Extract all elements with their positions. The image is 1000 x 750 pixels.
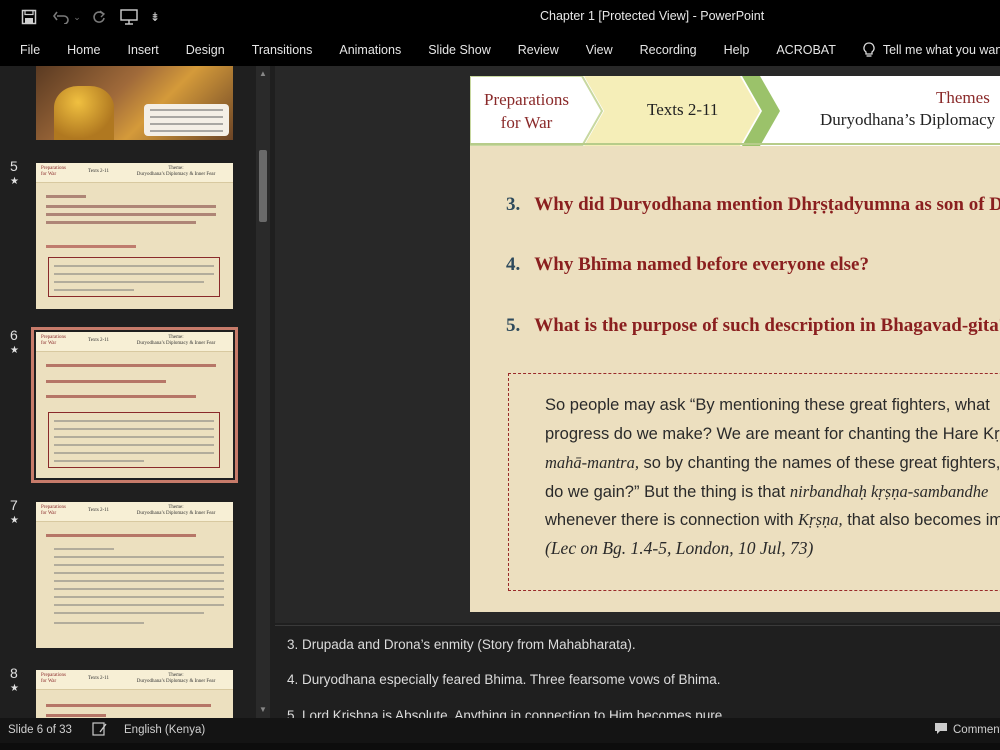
animation-star-icon: ★	[10, 683, 19, 694]
window-title: Chapter 1 [Protected View] - PowerPoint	[540, 9, 765, 23]
question-number: 3.	[506, 194, 521, 215]
note-line-1: 3. Drupada and Drona’s enmity (Story fro…	[287, 637, 636, 652]
question-4: 4. Why Bhīma named before everyone else?	[506, 254, 869, 276]
slide-header-banner: Preparations for War Texts 2-11 Themes D…	[470, 76, 1000, 146]
section-title: Preparations for War	[484, 90, 569, 132]
speaker-notes-pane[interactable]: 3. Drupada and Drona’s enmity (Story fro…	[275, 625, 1000, 718]
current-slide[interactable]: Preparations for War Texts 2-11 Themes D…	[470, 76, 1000, 612]
ribbon-tabs: File Home Insert Design Transitions Anim…	[0, 34, 1000, 66]
tell-me-label: Tell me what you want	[882, 43, 1000, 57]
comments-button[interactable]: Comments	[953, 724, 1000, 736]
tab-acrobat[interactable]: ACROBAT	[776, 43, 836, 57]
quote-citation: (Lec on Bg. 1.4-5, London, 10 Jul, 73)	[545, 538, 814, 558]
save-icon[interactable]	[18, 7, 40, 27]
slide-thumbnail-6[interactable]: Preparations for War Texts 2-11 Theme: Duryo…	[31, 327, 238, 483]
tab-animations[interactable]: Animations	[339, 43, 401, 57]
tab-home[interactable]: Home	[67, 43, 100, 57]
question-3: 3. Why did Duryodhana mention Dhṛṣṭadyumn…	[506, 194, 1000, 216]
tab-insert[interactable]: Insert	[128, 43, 159, 57]
language-indicator[interactable]: English (Kenya)	[124, 724, 205, 736]
animation-star-icon: ★	[10, 176, 19, 187]
thumbnail-scrollbar[interactable]: ▲ ▼	[256, 66, 270, 718]
theme-label: Themes	[936, 88, 990, 107]
slide-counter: Slide 6 of 33	[8, 724, 72, 736]
animation-star-icon: ★	[10, 345, 19, 356]
question-text: Why did Duryodhana mention Dhṛṣṭadyumna …	[534, 194, 1000, 215]
redo-icon[interactable]	[88, 7, 110, 27]
theme-value: Duryodhana’s Diplomacy	[820, 110, 996, 129]
scrollbar-thumb[interactable]	[259, 150, 267, 222]
scroll-down-icon[interactable]: ▼	[258, 705, 268, 715]
customize-toolbar-icon[interactable]: ⇟	[148, 7, 162, 27]
status-bar: Slide 6 of 33 English (Kenya) Comments	[0, 718, 1000, 743]
comments-icon[interactable]	[934, 722, 948, 738]
question-text: What is the purpose of such description …	[534, 315, 1000, 336]
quote-line-2: progress do we make? We are meant for ch…	[545, 425, 1000, 443]
lightbulb-icon	[863, 42, 875, 57]
slide-editor[interactable]: Preparations for War Texts 2-11 Themes D…	[275, 66, 1000, 623]
taskbar-strip	[0, 743, 1000, 750]
title-bar: ⌄ ⇟ Chapter 1 [Protected View] - PowerPo…	[0, 0, 1000, 34]
thumbnail-number: 8	[10, 665, 18, 681]
tab-view[interactable]: View	[586, 43, 613, 57]
thumbnail-number: 5	[10, 158, 18, 174]
tab-design[interactable]: Design	[186, 43, 225, 57]
quote-box: So people may ask “By mentioning these g…	[508, 373, 1000, 591]
animation-star-icon: ★	[10, 515, 19, 526]
quote-line-1: So people may ask “By mentioning these g…	[545, 396, 990, 414]
quote-line-3: mahā-mantra, so by chanting the names of…	[545, 453, 1000, 472]
note-line-2: 4. Duryodhana especially feared Bhima. T…	[287, 672, 721, 687]
question-5: 5. What is the purpose of such descriptio…	[506, 315, 1000, 337]
thumbnail-number: 7	[10, 497, 18, 513]
undo-dropdown-icon[interactable]: ⌄	[72, 7, 82, 27]
slide-thumbnail-7[interactable]: Preparations for War Texts 2-11 Theme: Duryo…	[36, 502, 233, 648]
tab-help[interactable]: Help	[724, 43, 750, 57]
tab-recording[interactable]: Recording	[640, 43, 697, 57]
present-icon[interactable]	[118, 7, 140, 27]
tell-me-box[interactable]: Tell me what you want	[863, 42, 1000, 58]
tab-transitions[interactable]: Transitions	[252, 43, 313, 57]
question-number: 4.	[506, 254, 521, 275]
slide-thumbnail-8[interactable]: Preparations for War Texts 2-11 Theme: Duryo…	[36, 670, 233, 718]
texts-range: Texts 2-11	[647, 100, 719, 119]
note-line-3: 5. Lord Krishna is Absolute. Anything in…	[287, 708, 727, 718]
tab-review[interactable]: Review	[518, 43, 559, 57]
slide-thumbnail-4[interactable]	[36, 66, 233, 140]
thumbnail-number: 6	[10, 327, 18, 343]
scroll-up-icon[interactable]: ▲	[258, 69, 268, 79]
tab-slide-show[interactable]: Slide Show	[428, 43, 491, 57]
question-number: 5.	[506, 315, 521, 336]
slide-thumbnail-5[interactable]: Preparations for War Texts 2-11 Theme: Duryo…	[36, 163, 233, 309]
spell-check-icon[interactable]	[92, 722, 108, 739]
quote-line-5: whenever there is connection with Kṛṣṇa,…	[545, 510, 1000, 529]
quote-line-4: do we gain?” But the thing is that nirba…	[545, 482, 989, 501]
undo-icon[interactable]	[50, 7, 72, 27]
tab-file[interactable]: File	[20, 43, 40, 57]
question-text: Why Bhīma named before everyone else?	[534, 254, 869, 275]
